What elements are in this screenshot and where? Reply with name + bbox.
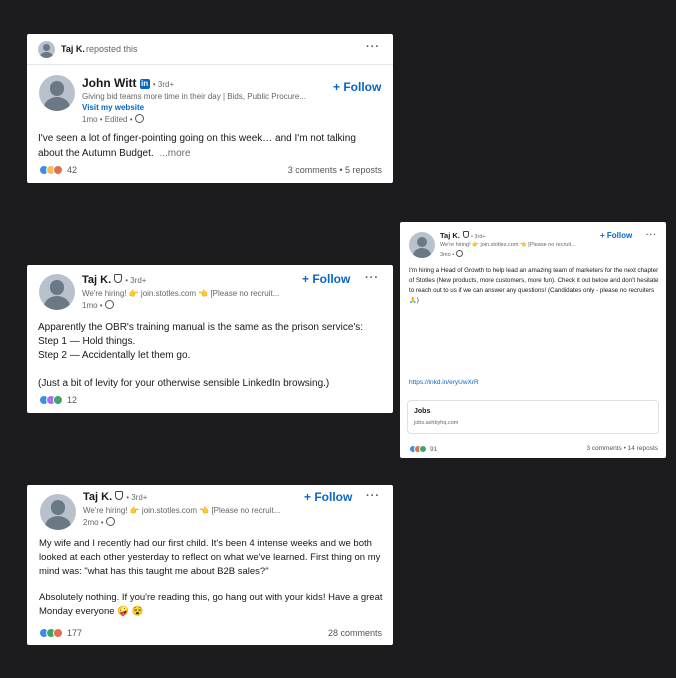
link-preview-title: Jobs bbox=[414, 408, 431, 415]
post-paragraph: My wife and I recently had our first chi… bbox=[39, 538, 381, 577]
reactions[interactable]: 91 bbox=[409, 445, 437, 453]
love-reaction-icon bbox=[53, 628, 63, 638]
reactions[interactable]: 177 bbox=[39, 628, 82, 638]
reactions[interactable]: 12 bbox=[39, 395, 77, 405]
post-stats[interactable]: 28 comments bbox=[328, 628, 382, 638]
author-name-text[interactable]: Taj K. bbox=[82, 274, 111, 286]
repost-label: reposted this bbox=[86, 44, 138, 54]
connection-degree: • 3rd+ bbox=[126, 493, 148, 502]
follow-button[interactable]: + Follow bbox=[600, 231, 632, 240]
globe-icon bbox=[105, 517, 115, 526]
follow-button[interactable]: + Follow bbox=[304, 490, 352, 504]
celebrate-reaction-icon bbox=[53, 395, 63, 405]
author-name[interactable]: Taj K. • 3rd+ bbox=[82, 274, 146, 286]
link-preview-card[interactable]: Jobs jobs.ashbyhq.com bbox=[407, 400, 659, 434]
more-options-icon[interactable]: ··· bbox=[366, 41, 380, 53]
verified-shield-icon bbox=[114, 274, 123, 283]
linkedin-premium-icon: in bbox=[139, 79, 150, 89]
author-headline: We're hiring! 👉 join.stotles.com 👈 [Plea… bbox=[440, 242, 576, 248]
post-paragraph-spacer bbox=[39, 578, 386, 591]
reaction-count: 177 bbox=[67, 628, 83, 638]
reactions[interactable]: 42 bbox=[39, 165, 77, 175]
post-meta: 3mo • bbox=[440, 250, 464, 258]
author-headline: Giving bid teams more time in their day … bbox=[82, 92, 306, 101]
link-preview-domain: jobs.ashbyhq.com bbox=[414, 420, 459, 426]
post-line bbox=[38, 363, 383, 377]
post-meta: 1mo • Edited • bbox=[82, 114, 144, 124]
post-stats[interactable]: 3 comments • 14 reposts bbox=[586, 445, 658, 452]
author-name-text[interactable]: John Witt bbox=[82, 76, 137, 90]
job-link[interactable]: https://lnkd.in/eryUwXrR bbox=[409, 379, 479, 386]
reposter-name[interactable]: Taj K. bbox=[61, 44, 85, 54]
see-more-link[interactable]: ...more bbox=[159, 148, 190, 159]
reposter-avatar[interactable] bbox=[38, 41, 55, 58]
post-age: 1mo • Edited • bbox=[82, 115, 133, 124]
author-avatar[interactable] bbox=[39, 75, 75, 111]
globe-icon bbox=[134, 114, 144, 123]
connection-degree: • 3rd+ bbox=[152, 80, 175, 89]
post-paragraph: Absolutely nothing. If you're reading th… bbox=[39, 592, 383, 618]
post-meta: 2mo • bbox=[83, 517, 115, 527]
follow-button[interactable]: + Follow bbox=[302, 272, 350, 286]
more-options-icon[interactable]: ··· bbox=[366, 490, 380, 502]
post-body: Apparently the OBR's training manual is … bbox=[38, 321, 383, 391]
connection-degree: • 3rd+ bbox=[125, 276, 147, 285]
post-line: (Just a bit of levity for your otherwise… bbox=[38, 378, 330, 389]
visit-website-link[interactable]: Visit my website bbox=[82, 103, 144, 112]
post-card-obr: Taj K. • 3rd+ We're hiring! 👉 join.stotl… bbox=[27, 265, 393, 413]
author-name-text[interactable]: Taj K. bbox=[83, 491, 112, 503]
author-avatar[interactable] bbox=[409, 232, 435, 258]
author-avatar[interactable] bbox=[39, 274, 75, 310]
globe-icon bbox=[104, 300, 114, 309]
more-options-icon[interactable]: ··· bbox=[646, 230, 657, 239]
globe-icon bbox=[456, 250, 464, 257]
author-name[interactable]: John Witt in • 3rd+ bbox=[82, 76, 174, 90]
post-line: Step 2 — Accidentally let them go. bbox=[38, 350, 191, 361]
reaction-count: 42 bbox=[67, 165, 78, 175]
post-age: 3mo • bbox=[440, 252, 455, 258]
divider bbox=[27, 64, 393, 65]
follow-button[interactable]: + Follow bbox=[333, 80, 381, 94]
post-body: I'm hiring a Head of Growth to help lead… bbox=[409, 267, 659, 304]
post-card-repost: Taj K. reposted this ··· John Witt in • 3… bbox=[27, 34, 393, 183]
post-stats[interactable]: 3 comments • 5 reposts bbox=[288, 165, 382, 175]
celebrate-reaction-icon bbox=[419, 445, 427, 453]
connection-degree: • 3rd+ bbox=[470, 234, 486, 240]
post-card-hiring: Taj K. • 3rd+ We're hiring! 👉 join.stotl… bbox=[400, 222, 666, 458]
post-card-first-child: Taj K. • 3rd+ We're hiring! 👉 join.stotl… bbox=[27, 485, 393, 645]
author-headline: We're hiring! 👉 join.stotles.com 👈 [Plea… bbox=[82, 289, 280, 298]
post-meta: 1mo • bbox=[82, 300, 114, 310]
author-name[interactable]: Taj K. • 3rd+ bbox=[440, 231, 486, 240]
verified-shield-icon bbox=[115, 491, 124, 500]
post-line: Step 1 — Hold things. bbox=[38, 336, 136, 347]
author-name-text[interactable]: Taj K. bbox=[440, 231, 460, 240]
post-age: 1mo • bbox=[82, 301, 103, 310]
post-age: 2mo • bbox=[83, 518, 104, 527]
post-body: My wife and I recently had our first chi… bbox=[39, 537, 386, 619]
author-headline: We're hiring! 👉 join.stotles.com 👈 [Plea… bbox=[83, 506, 281, 515]
post-body-text: I've seen a lot of finger-pointing going… bbox=[38, 133, 356, 159]
love-reaction-icon bbox=[53, 165, 63, 175]
author-name[interactable]: Taj K. • 3rd+ bbox=[83, 491, 147, 503]
screenshot-canvas: { "post1": { "repost_user": "Taj K.", "r… bbox=[0, 0, 676, 678]
verified-shield-icon bbox=[462, 231, 469, 238]
post-line: Apparently the OBR's training manual is … bbox=[38, 322, 364, 333]
more-options-icon[interactable]: ··· bbox=[365, 272, 379, 284]
post-body: I've seen a lot of finger-pointing going… bbox=[38, 131, 380, 161]
reaction-count: 91 bbox=[430, 445, 438, 453]
reaction-count: 12 bbox=[67, 395, 78, 405]
author-avatar[interactable] bbox=[40, 494, 76, 530]
